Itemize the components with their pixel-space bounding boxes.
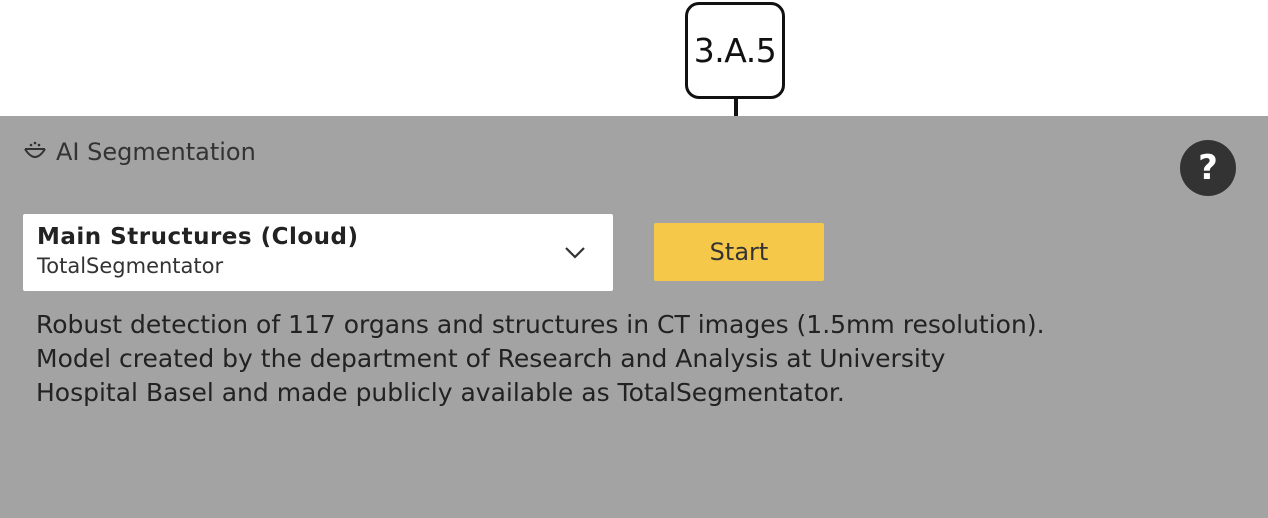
callout-label: 3.A.5 bbox=[685, 2, 785, 99]
model-description: Robust detection of 117 organs and struc… bbox=[36, 308, 1046, 410]
model-select-subvalue: TotalSegmentator bbox=[37, 254, 224, 278]
start-button[interactable]: Start bbox=[654, 223, 824, 281]
callout-text: 3.A.5 bbox=[693, 31, 777, 70]
description-line-1: Robust detection of 117 organs and struc… bbox=[36, 310, 1045, 339]
description-line-2: Model created by the department of Resea… bbox=[36, 344, 946, 407]
panel-title: AI Segmentation bbox=[56, 138, 256, 166]
help-icon: ? bbox=[1198, 148, 1218, 188]
chevron-down-icon bbox=[565, 247, 585, 259]
ai-face-icon bbox=[24, 141, 46, 158]
model-select-value: Main Structures (Cloud) bbox=[37, 224, 359, 250]
help-button[interactable]: ? bbox=[1180, 140, 1236, 196]
model-select[interactable]: Main Structures (Cloud) TotalSegmentator bbox=[23, 214, 613, 291]
panel-header: AI Segmentation bbox=[22, 138, 256, 166]
ai-segmentation-panel: AI Segmentation ? Main Structures (Cloud… bbox=[0, 116, 1268, 518]
